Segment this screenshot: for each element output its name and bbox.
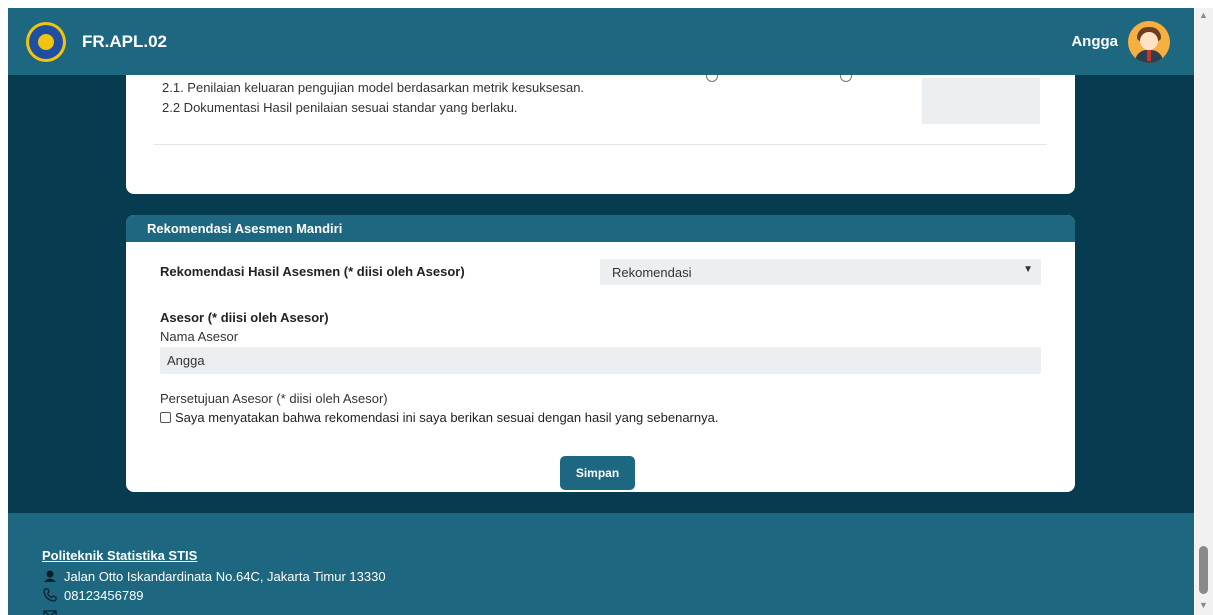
recommendation-card: Rekomendasi Asesmen Mandiri Rekomendasi … xyxy=(126,215,1075,492)
footer-address: Jalan Otto Iskandardinata No.64C, Jakart… xyxy=(64,568,386,584)
save-button[interactable]: Simpan xyxy=(560,456,635,490)
result-select-value: Rekomendasi xyxy=(612,264,692,280)
result-select[interactable]: Rekomendasi ▼ xyxy=(600,259,1041,285)
navbar: FR.APL.02 Angga xyxy=(8,8,1194,75)
evidence-field[interactable] xyxy=(922,78,1040,124)
vertical-scrollbar[interactable]: ▲ ▼ xyxy=(1195,8,1213,615)
scroll-down-arrow-icon[interactable]: ▼ xyxy=(1199,600,1208,610)
footer-institution-link[interactable]: Politeknik Statistika STIS xyxy=(42,548,197,563)
name-field[interactable]: Angga xyxy=(160,347,1041,374)
footer-phone: 08123456789 xyxy=(64,587,144,603)
page: FR.APL.02 Angga 2.1. Penilaian keluaran … xyxy=(8,8,1194,615)
chevron-down-icon: ▼ xyxy=(1023,264,1033,275)
consent-checkbox[interactable] xyxy=(160,412,171,423)
unit-line-1: 2.1. Penilaian keluaran pengujian model … xyxy=(162,80,585,95)
unit-line-2: 2.2 Dokumentasi Hasil penilaian sesuai s… xyxy=(162,100,518,115)
footer-address-row: Jalan Otto Iskandardinata No.64C, Jakart… xyxy=(42,568,386,584)
phone-icon xyxy=(42,587,58,603)
recommendation-header: Rekomendasi Asesmen Mandiri xyxy=(126,215,1075,242)
footer-email-row xyxy=(42,607,64,615)
footer-phone-row: 08123456789 xyxy=(42,587,144,603)
result-label: Rekomendasi Hasil Asesmen (* diisi oleh … xyxy=(160,264,465,279)
page-title: FR.APL.02 xyxy=(82,31,168,51)
stis-logo-icon[interactable] xyxy=(26,21,66,62)
approval-label: Persetujuan Asesor (* diisi oleh Asesor) xyxy=(160,391,388,406)
consent-text[interactable]: Saya menyatakan bahwa rekomendasi ini sa… xyxy=(175,410,718,425)
name-label: Nama Asesor xyxy=(160,329,239,344)
mail-icon xyxy=(42,607,58,615)
divider xyxy=(154,144,1047,145)
asesor-heading: Asesor (* diisi oleh Asesor) xyxy=(160,310,329,325)
scrollbar-thumb[interactable] xyxy=(1199,546,1208,594)
user-name[interactable]: Angga xyxy=(1071,33,1118,50)
location-icon xyxy=(42,568,58,584)
scroll-up-arrow-icon[interactable]: ▲ xyxy=(1199,10,1208,20)
footer: Politeknik Statistika STIS Jalan Otto Is… xyxy=(8,513,1194,615)
name-value: Angga xyxy=(167,353,205,368)
consent-row[interactable]: Saya menyatakan bahwa rekomendasi ini sa… xyxy=(160,410,718,425)
avatar[interactable] xyxy=(1128,20,1170,63)
